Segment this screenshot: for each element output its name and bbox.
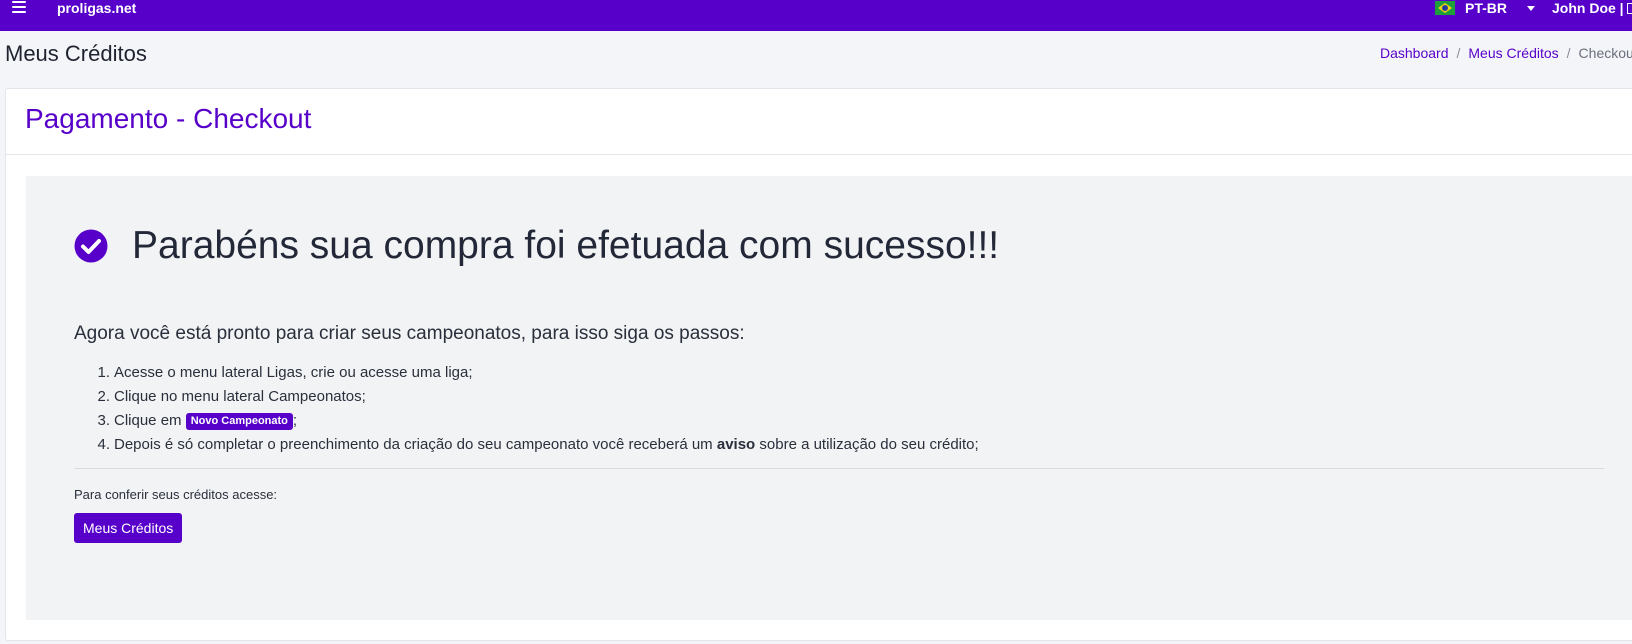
checkout-card: Pagamento - Checkout Parabéns sua compra… <box>5 88 1632 641</box>
breadcrumb-dashboard[interactable]: Dashboard <box>1380 45 1449 61</box>
check-circle-icon <box>74 229 108 263</box>
steps-list: 1. Acesse o menu lateral Ligas, crie ou a… <box>74 361 979 457</box>
list-item: 2. Clique no menu lateral Campeonatos; <box>97 388 366 405</box>
list-item: 4. Depois é só completar o preenchimento … <box>97 436 979 453</box>
meus-creditos-button[interactable]: Meus Créditos <box>74 513 183 543</box>
user-name: John Doe | <box>1552 0 1624 16</box>
success-panel: Parabéns sua compra foi efetuada com suc… <box>26 176 1632 620</box>
language-label: PT-BR <box>1465 0 1507 16</box>
intro-text: Agora você está pronto para criar seus c… <box>74 323 745 344</box>
check-credits-text: Para conferir seus créditos acesse: <box>74 487 278 502</box>
user-card-icon <box>1626 3 1632 14</box>
hamburger-icon[interactable] <box>12 1 26 13</box>
breadcrumb-separator: / <box>1456 45 1461 61</box>
chevron-down-icon <box>1527 5 1535 11</box>
language-selector[interactable]: PT-BR <box>1435 0 1535 16</box>
top-navbar: proligas.net PT-BR John Doe | <box>0 0 1632 31</box>
breadcrumb-separator: / <box>1566 45 1571 61</box>
breadcrumb-meus-creditos[interactable]: Meus Créditos <box>1468 45 1558 61</box>
user-menu[interactable]: John Doe | <box>1552 0 1632 16</box>
card-header: Pagamento - Checkout <box>6 89 1632 155</box>
brazil-flag-icon <box>1435 1 1455 15</box>
success-title: Parabéns sua compra foi efetuada com suc… <box>132 224 1000 267</box>
breadcrumb: Dashboard / Meus Créditos / Checkout <box>1380 45 1632 61</box>
list-item: 3. Clique em Novo Campeonato; <box>97 412 298 430</box>
breadcrumb-checkout: Checkout <box>1578 45 1632 61</box>
novo-campeonato-badge: Novo Campeonato <box>185 413 293 430</box>
list-item: 1. Acesse o menu lateral Ligas, crie ou a… <box>97 364 473 381</box>
brand-link[interactable]: proligas.net <box>57 0 136 16</box>
card-title: Pagamento - Checkout <box>25 103 312 134</box>
divider <box>74 468 1604 469</box>
page-title: Meus Créditos <box>5 41 147 66</box>
